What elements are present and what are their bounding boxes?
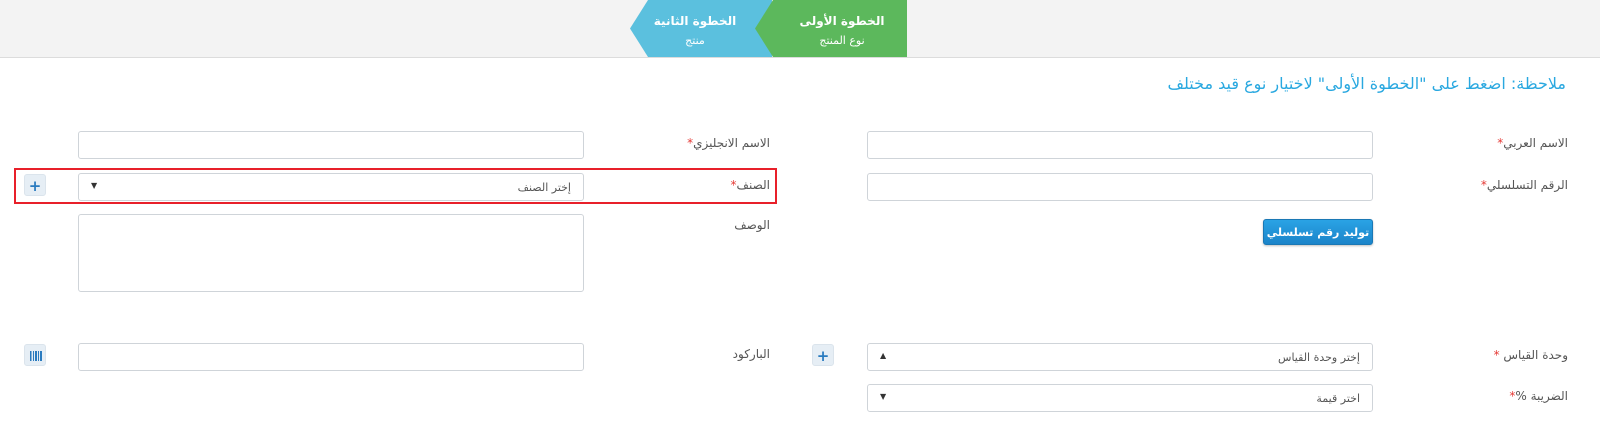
add-unit-button[interactable]: + — [812, 344, 834, 366]
steps-bar: الخطوة الثانية منتج الخطوة الأولى نوع ال… — [0, 0, 1600, 58]
arabic-name-label: الاسم العربي* — [1497, 136, 1568, 150]
step-two-title: الخطوة الثانية — [653, 14, 737, 28]
unit-label-text: وحدة القياس — [1503, 348, 1568, 362]
step-two-subtitle: منتج — [685, 34, 705, 47]
english-name-label-text: الاسم الانجليزي — [693, 136, 770, 150]
unit-select-value: إختر وحدة القياس — [1278, 351, 1360, 364]
step-one-title: الخطوة الأولى — [799, 14, 885, 28]
serial-number-input[interactable] — [867, 173, 1373, 201]
plus-icon: + — [816, 347, 830, 365]
step-one[interactable]: الخطوة الأولى نوع المنتج — [755, 0, 907, 57]
tax-select[interactable]: اختر قيمة ▼ — [867, 384, 1373, 412]
caret-up-icon: ▲ — [880, 351, 887, 360]
serial-number-label-text: الرقم التسلسلي — [1486, 178, 1568, 192]
step-note: ملاحظة: اضغط على "الخطوة الأولى" لاختيار… — [1167, 74, 1566, 93]
barcode-icon — [30, 351, 42, 361]
tax-label: الضريبة %* — [1509, 389, 1568, 403]
required-mark: * — [1493, 348, 1500, 362]
step-one-subtitle: نوع المنتج — [819, 34, 865, 47]
english-name-input[interactable] — [78, 131, 584, 159]
barcode-input[interactable] — [78, 343, 584, 371]
serial-number-label: الرقم التسلسلي* — [1481, 178, 1568, 192]
highlight-box — [14, 168, 777, 204]
caret-down-icon: ▼ — [880, 392, 887, 401]
arabic-name-label-text: الاسم العربي — [1503, 136, 1568, 150]
tax-label-text: الضريبة % — [1515, 389, 1568, 403]
tax-select-value: اختر قيمة — [1316, 392, 1360, 405]
description-textarea[interactable] — [78, 214, 584, 292]
step-two[interactable]: الخطوة الثانية منتج — [630, 0, 772, 57]
unit-label: وحدة القياس * — [1494, 348, 1568, 362]
barcode-button[interactable] — [24, 344, 46, 366]
arabic-name-input[interactable] — [867, 131, 1373, 159]
generate-serial-button[interactable]: توليد رقم تسلسلي — [1263, 219, 1373, 245]
unit-select[interactable]: إختر وحدة القياس ▲ — [867, 343, 1373, 371]
barcode-label: الباركود — [732, 347, 770, 361]
description-label: الوصف — [734, 218, 770, 232]
english-name-label: الاسم الانجليزي* — [687, 136, 770, 150]
